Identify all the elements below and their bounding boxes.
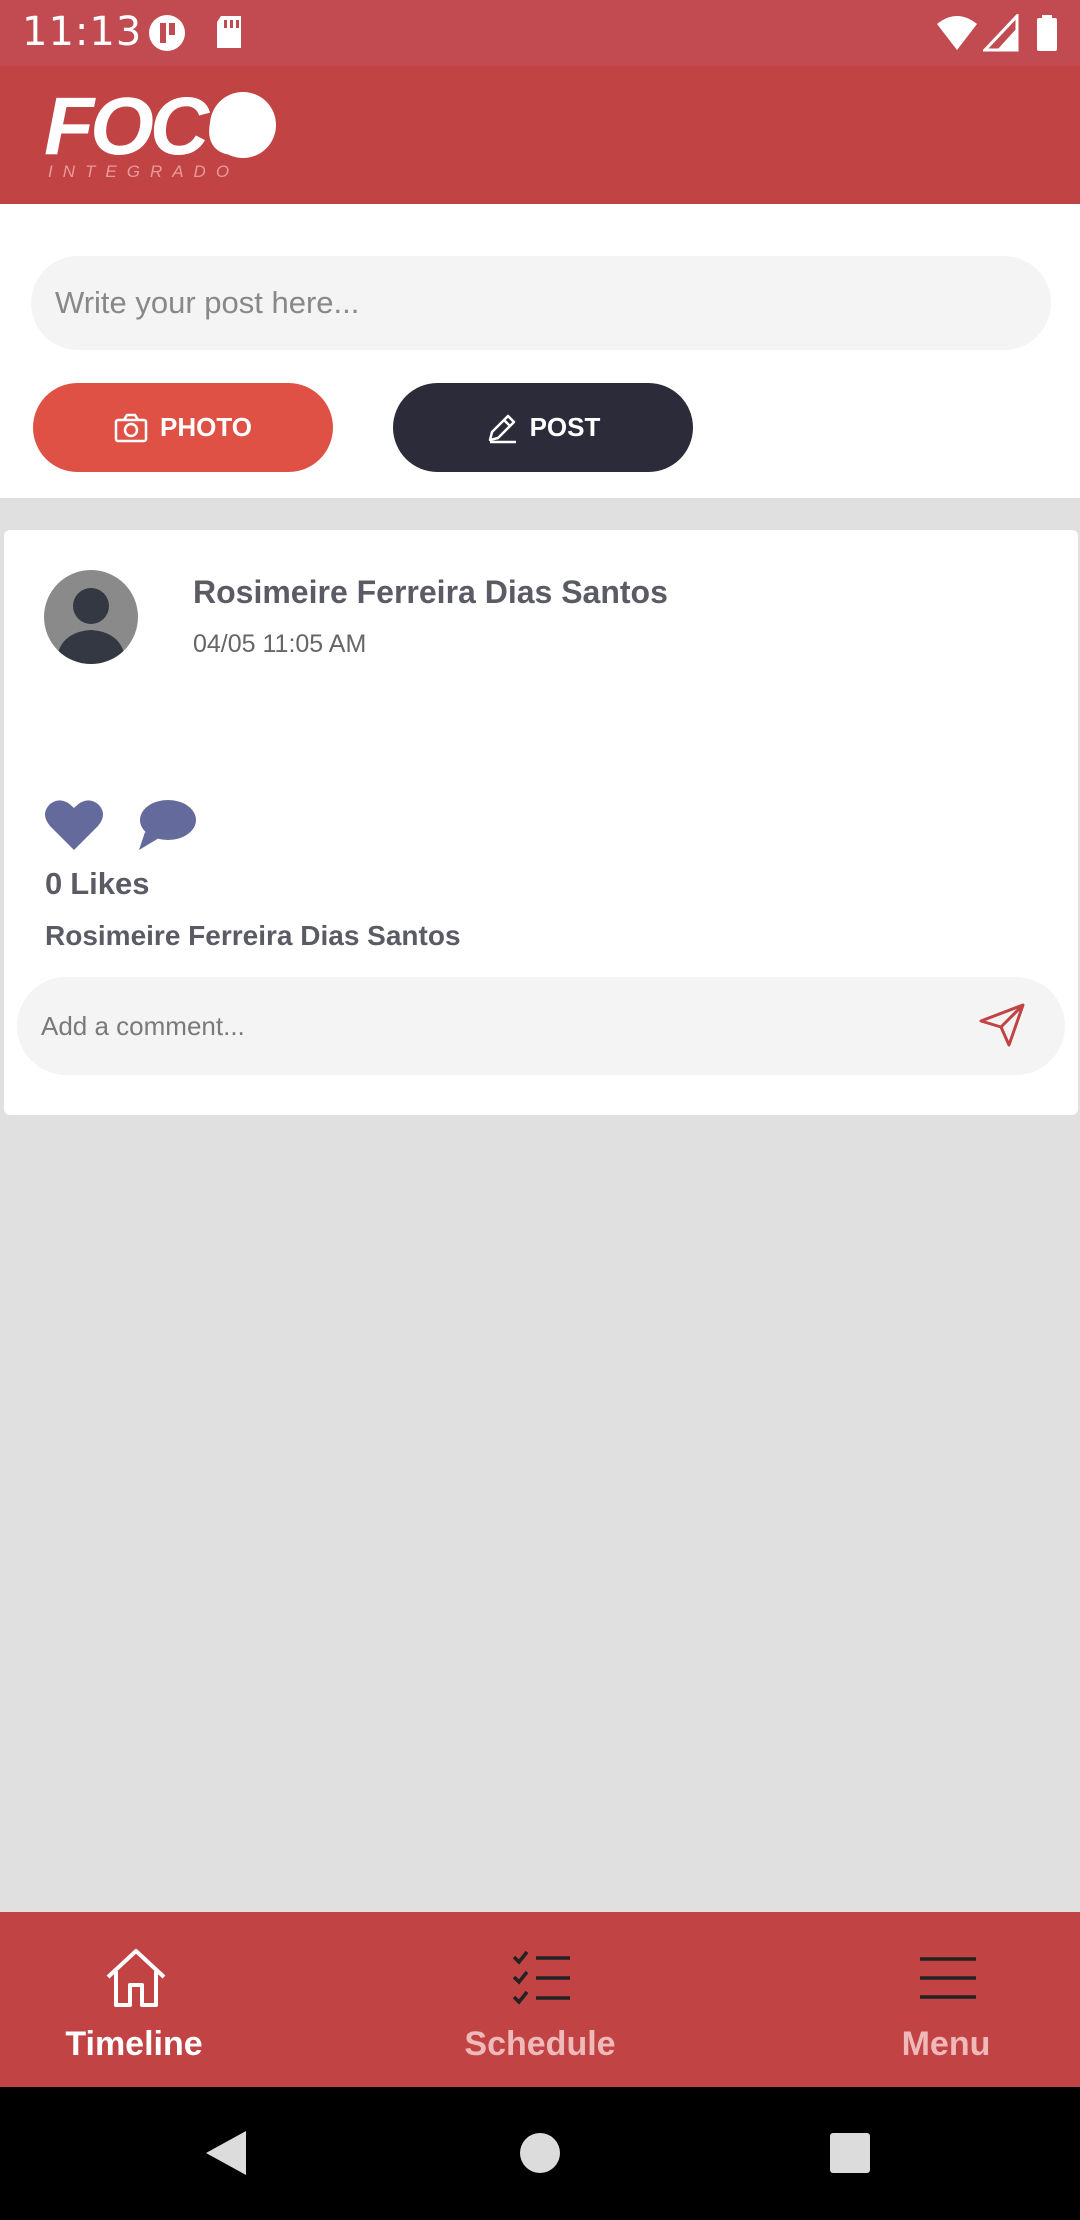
status-time: 11:13	[22, 9, 143, 55]
nav-label-menu: Menu	[901, 2025, 991, 2063]
user-silhouette-icon	[56, 588, 126, 664]
likes-summary: 0 Likes	[45, 866, 150, 902]
battery-icon	[1037, 15, 1057, 51]
caption-author: Rosimeire Ferreira Dias Santos	[45, 920, 461, 951]
system-nav-bar	[0, 2087, 1080, 2220]
checklist-icon	[512, 1950, 570, 2005]
nav-label-timeline: Timeline	[65, 2025, 203, 2063]
logo-subtext: INTEGRADO	[48, 162, 240, 181]
app-header: FOCO INTEGRADO	[0, 66, 1080, 204]
photo-button-label: PHOTO	[160, 412, 252, 442]
bottom-nav: Timeline Schedule Menu	[0, 1912, 1080, 2087]
post-card: Rosimeire Ferreira Dias Santos 04/05 11:…	[4, 530, 1078, 1115]
home-icon	[106, 1949, 166, 2007]
photo-button[interactable]: PHOTO	[33, 383, 333, 472]
likes-label: Likes	[70, 866, 150, 901]
post-input[interactable]	[31, 256, 1051, 350]
camera-icon	[114, 413, 148, 442]
recents-icon[interactable]	[829, 2132, 871, 2174]
likes-count: 0	[45, 866, 63, 901]
pencil-icon	[488, 414, 516, 443]
heart-icon[interactable]	[44, 798, 104, 852]
comment-bubble-icon[interactable]	[135, 798, 197, 852]
sd-card-icon	[217, 16, 241, 48]
home-circle-icon[interactable]	[519, 2132, 561, 2174]
send-icon[interactable]	[977, 1001, 1027, 1049]
post-button-label: POST	[529, 412, 601, 442]
back-icon[interactable]	[204, 2129, 248, 2177]
post-author[interactable]: Rosimeire Ferreira Dias Santos	[193, 574, 668, 611]
comment-box	[17, 977, 1065, 1075]
cell-signal-icon	[983, 14, 1019, 52]
nav-item-timeline[interactable]: Timeline	[9, 1912, 259, 2087]
notification-app-icon	[149, 15, 185, 51]
hamburger-menu-icon	[920, 1957, 976, 1999]
logo-circle-mark	[210, 92, 276, 158]
post-composer: PHOTO POST	[0, 204, 1080, 498]
post-timestamp: 04/05 11:05 AM	[193, 630, 367, 658]
comment-input[interactable]	[41, 977, 941, 1075]
nav-item-schedule[interactable]: Schedule	[415, 1912, 665, 2087]
wifi-icon	[937, 16, 977, 50]
brand-logo: FOCO INTEGRADO	[44, 81, 284, 184]
nav-item-menu[interactable]: Menu	[821, 1912, 1071, 2087]
avatar[interactable]	[44, 570, 138, 664]
nav-label-schedule: Schedule	[464, 2025, 616, 2063]
post-button[interactable]: POST	[393, 383, 693, 472]
status-bar: 11:13	[0, 0, 1080, 66]
